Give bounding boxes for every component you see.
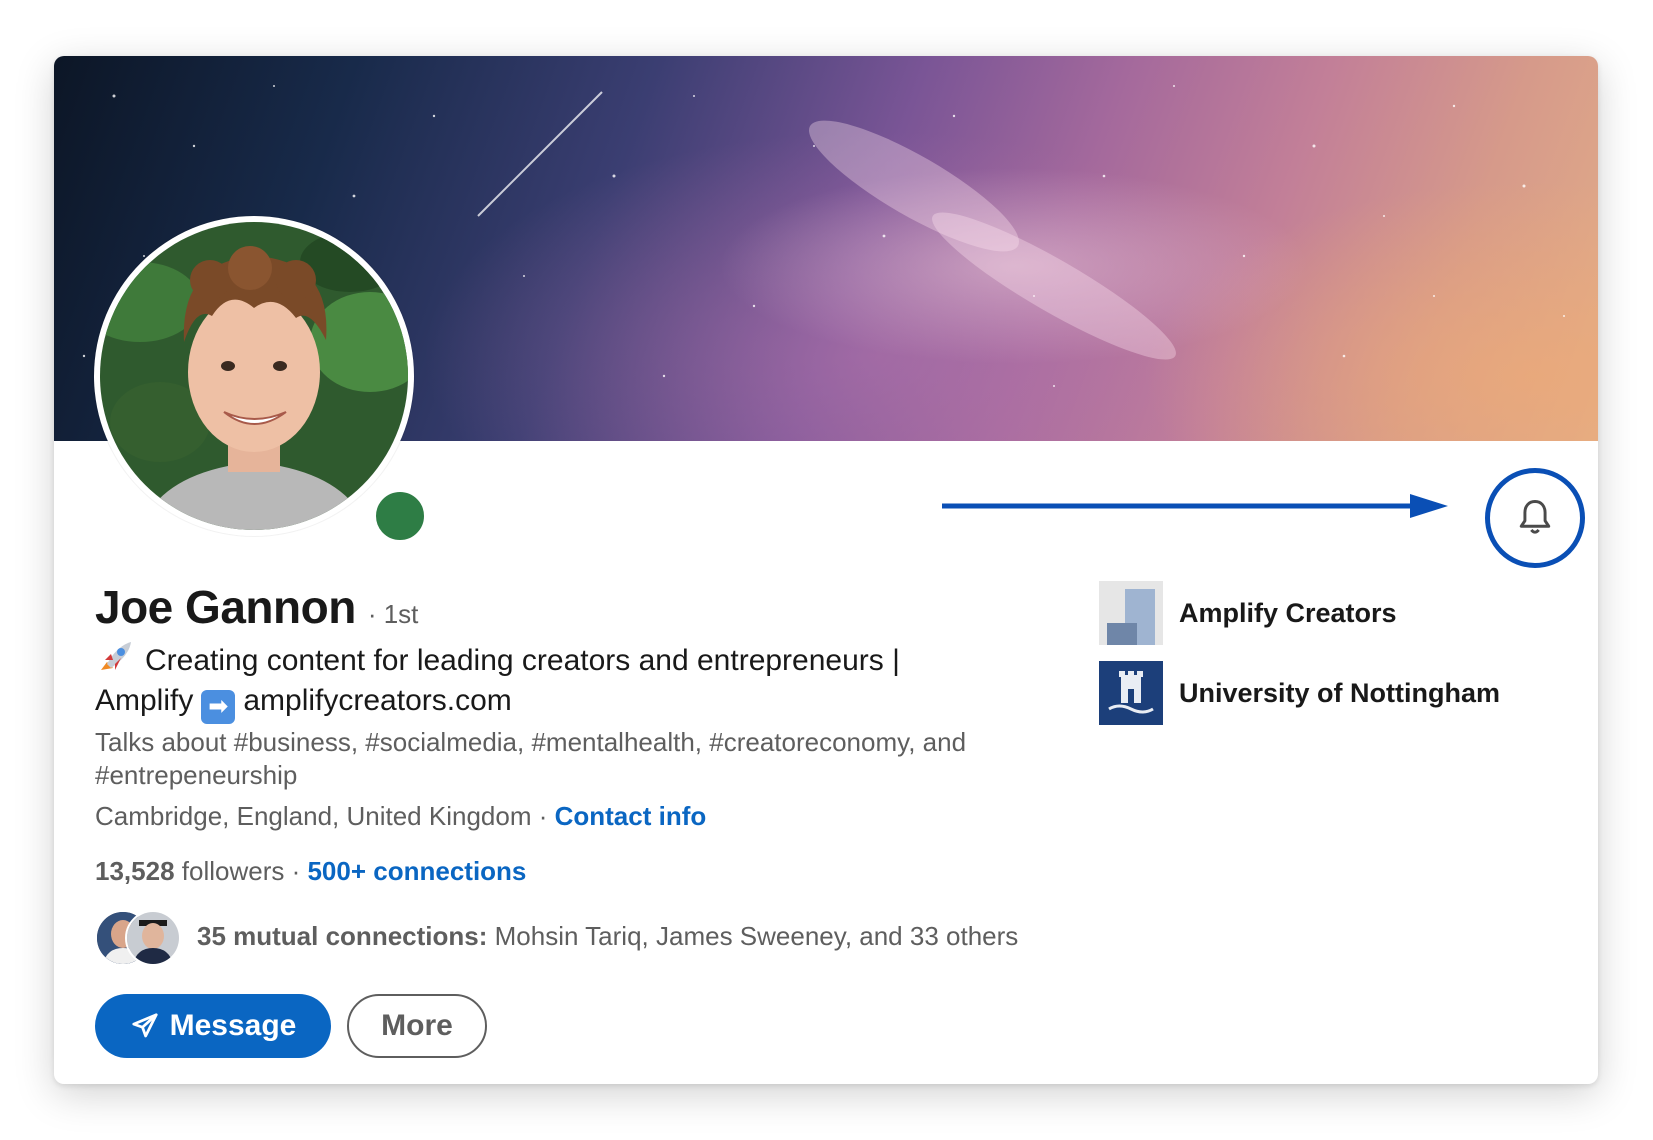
profile-headline: Creating content for leading creators an… [95,640,1015,724]
talks-about: Talks about #business, #socialmedia, #me… [95,727,967,790]
profile-organizations: Amplify Creators University of Nottingha… [1099,581,1500,741]
annotation-arrow [942,494,1448,518]
rocket-emoji [101,642,131,670]
profile-card: Joe Gannon · 1st Creating content for le… [54,56,1598,1084]
org-name: University of Nottingham [1179,677,1501,708]
connection-degree: · 1st [367,599,419,629]
org-amplify-creators[interactable]: Amplify Creators [1099,581,1500,645]
mutual-count: 35 mutual connections: [197,920,488,951]
more-button-label: More [381,1009,453,1042]
amplify-logo [1099,581,1163,645]
location-separator: · [531,801,555,831]
followers-label: followers [174,856,285,886]
org-university-of-nottingham[interactable]: University of Nottingham [1099,661,1500,725]
send-icon [132,1013,158,1038]
headline-website: amplifycreators.com [243,684,512,717]
notification-bell-button[interactable] [1485,468,1585,568]
profile-photo-image [100,222,408,530]
connections-link[interactable]: 500+ connections [307,856,526,886]
name-row: Joe Gannon · 1st [95,580,418,634]
mutual-names: Mohsin Tariq, James Sweeney, and 33 othe… [487,920,1019,951]
bell-icon [1519,500,1551,534]
mutual-connections-text: 35 mutual connections: Mohsin Tariq, Jam… [197,921,1018,952]
followers-count: 13,528 [95,856,175,886]
profile-name: Joe Gannon [95,581,356,633]
mutual-avatar [125,910,181,966]
profile-actions: Message More [95,994,487,1058]
profile-photo[interactable] [94,216,428,544]
org-name: Amplify Creators [1179,597,1397,628]
location-row: Cambridge, England, United Kingdom · Con… [95,801,706,832]
right-arrow-emoji: ➡ [201,690,236,724]
online-status-indicator [372,488,428,544]
stats-row: 13,528 followers · 500+ connections [95,856,526,887]
message-button-label: Message [169,1009,297,1042]
location-text: Cambridge, England, United Kingdom [95,801,532,831]
headline-amplify: Amplify [95,684,194,717]
mutual-connections[interactable]: 35 mutual connections: Mohsin Tariq, Jam… [95,906,1018,966]
nottingham-crest [1099,661,1163,725]
stats-separator: · [284,856,308,886]
more-button[interactable]: More [347,994,487,1058]
contact-info-link[interactable]: Contact info [555,801,707,831]
message-button[interactable]: Message [95,994,331,1058]
mutual-avatars [95,906,185,966]
headline-line1: Creating content for leading creators an… [145,644,900,677]
